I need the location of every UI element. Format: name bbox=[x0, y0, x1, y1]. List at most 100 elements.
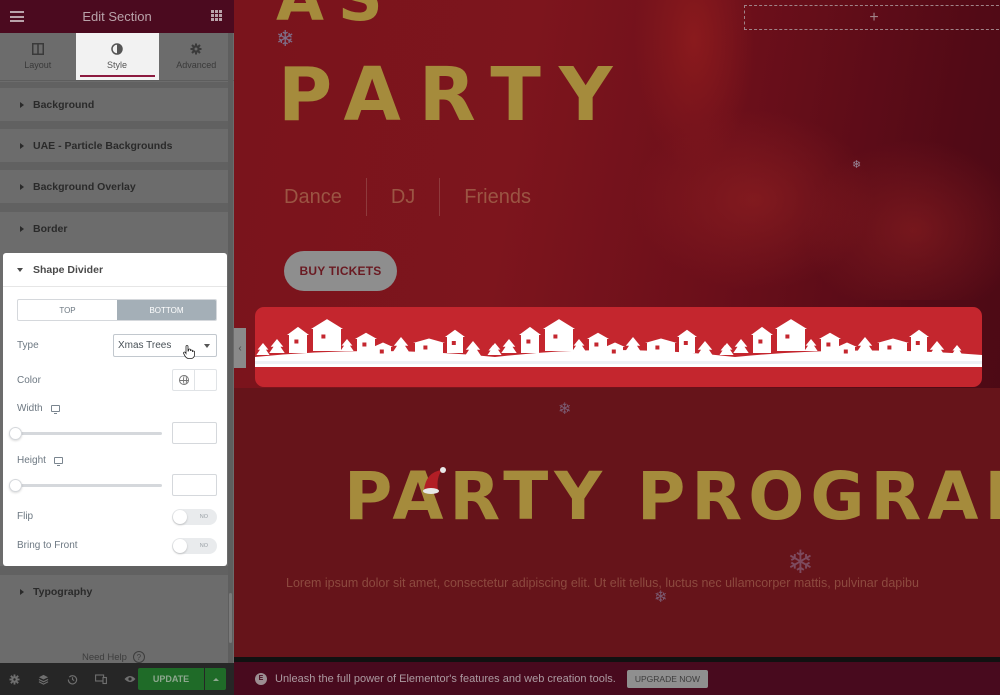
update-options-button[interactable] bbox=[205, 668, 226, 690]
nav-friends[interactable]: Friends bbox=[440, 186, 555, 209]
tree-shape bbox=[488, 343, 502, 355]
global-colors-button[interactable] bbox=[173, 370, 195, 390]
grid-icon[interactable] bbox=[211, 10, 222, 21]
house-shape bbox=[413, 338, 445, 353]
tab-label: Style bbox=[106, 60, 127, 70]
tree-shape bbox=[951, 345, 963, 355]
caret-down-icon bbox=[17, 267, 23, 272]
section-border[interactable]: Border bbox=[0, 211, 228, 245]
nav-dj[interactable]: DJ bbox=[367, 186, 439, 209]
house-shape bbox=[543, 319, 575, 351]
house-shape bbox=[837, 342, 857, 357]
layers-icon[interactable] bbox=[31, 663, 55, 695]
section-label: Shape Divider bbox=[33, 263, 104, 276]
tree-shape bbox=[572, 339, 586, 351]
chevron-down-icon bbox=[204, 344, 210, 348]
color-swatch[interactable] bbox=[195, 370, 216, 390]
bring-to-front-label: Bring to Front bbox=[17, 540, 78, 551]
height-input[interactable] bbox=[172, 474, 217, 496]
columns-icon bbox=[31, 43, 44, 55]
desktop-icon[interactable] bbox=[50, 405, 60, 414]
buy-tickets-button[interactable]: BUY TICKETS bbox=[284, 251, 397, 291]
section-label: Typography bbox=[33, 585, 93, 598]
panel-footer: UPDATE bbox=[0, 663, 234, 695]
program-description: Lorem ipsum dolor sit amet, consectetur … bbox=[286, 576, 919, 590]
question-icon: ? bbox=[132, 651, 145, 663]
responsive-icon[interactable] bbox=[89, 663, 113, 695]
caret-right-icon bbox=[20, 101, 24, 108]
section-particle-backgrounds[interactable]: UAE - Particle Backgrounds bbox=[0, 128, 228, 162]
section-background[interactable]: Background bbox=[0, 87, 228, 121]
width-label-text: Width bbox=[17, 403, 43, 414]
flip-switch[interactable]: NO bbox=[172, 509, 217, 525]
snowflake-icon: ❄ bbox=[852, 159, 862, 171]
tree-shape bbox=[392, 337, 410, 353]
switch-state: NO bbox=[199, 514, 208, 520]
hand-cursor-icon bbox=[183, 345, 195, 359]
update-button[interactable]: UPDATE bbox=[138, 668, 204, 690]
flip-label-text: Flip bbox=[17, 511, 34, 522]
snowflake-icon: ❄ bbox=[276, 26, 295, 51]
xmas-trees-shape bbox=[255, 319, 982, 367]
switch-state: NO bbox=[199, 543, 208, 549]
panel-scrollbar[interactable] bbox=[228, 33, 233, 663]
tree-shape bbox=[720, 343, 734, 355]
tree-shape bbox=[733, 339, 749, 353]
slider-handle[interactable] bbox=[9, 427, 22, 440]
shape-divider-header[interactable]: Shape Divider bbox=[3, 253, 227, 287]
color-control bbox=[172, 369, 217, 391]
tree-shape bbox=[501, 339, 517, 353]
height-label: Height bbox=[17, 455, 63, 466]
divider-baseline bbox=[255, 361, 982, 364]
hamburger-icon[interactable] bbox=[10, 11, 24, 22]
tree-shape bbox=[856, 337, 874, 353]
scrollbar-thumb[interactable] bbox=[229, 593, 232, 643]
tab-layout[interactable]: Layout bbox=[0, 33, 76, 80]
tree-shape bbox=[804, 339, 818, 351]
bring-to-front-switch[interactable]: NO bbox=[172, 538, 217, 554]
add-section-dropzone[interactable]: + bbox=[744, 5, 1000, 30]
panel-header: Edit Section bbox=[0, 0, 234, 33]
house-shape bbox=[751, 326, 773, 353]
slider-handle[interactable] bbox=[9, 479, 22, 492]
tab-bottom[interactable]: BOTTOM bbox=[117, 300, 216, 320]
caret-right-icon bbox=[20, 183, 24, 190]
house-shape bbox=[519, 326, 541, 353]
house-shape bbox=[645, 338, 677, 353]
globe-icon bbox=[178, 375, 189, 385]
settings-icon[interactable] bbox=[2, 663, 26, 695]
tab-label: Layout bbox=[24, 60, 52, 70]
width-input[interactable] bbox=[172, 422, 217, 444]
height-slider[interactable] bbox=[9, 479, 162, 492]
nav-dance[interactable]: Dance bbox=[284, 186, 366, 209]
section-label: UAE - Particle Backgrounds bbox=[33, 139, 173, 152]
history-icon[interactable] bbox=[60, 663, 84, 695]
need-help-link[interactable]: Need Help ? bbox=[82, 651, 145, 663]
collapse-panel-handle[interactable]: ‹ bbox=[234, 328, 246, 368]
shape-divider-section: Shape Divider TOP BOTTOM Type Xmas Trees… bbox=[3, 253, 227, 566]
flip-label: Flip bbox=[17, 511, 33, 522]
divider bbox=[0, 203, 228, 211]
upgrade-now-button[interactable]: UPGRADE NOW bbox=[626, 669, 709, 688]
section-label: Background bbox=[33, 98, 95, 111]
width-slider[interactable] bbox=[9, 427, 162, 440]
desktop-icon[interactable] bbox=[53, 457, 63, 466]
shape-divider-preview[interactable] bbox=[255, 307, 982, 387]
tree-shape bbox=[256, 343, 270, 355]
tab-top[interactable]: TOP bbox=[18, 300, 117, 320]
height-label-text: Height bbox=[17, 455, 46, 466]
panel-tabs: Layout Style Advanced bbox=[0, 33, 234, 81]
panel-title: Edit Section bbox=[82, 9, 152, 24]
type-select-value: Xmas Trees bbox=[118, 340, 172, 351]
editor-panel: Edit Section Layout Style Advanced Backg… bbox=[0, 0, 234, 695]
section-background-overlay[interactable]: Background Overlay bbox=[0, 169, 228, 203]
switch-knob bbox=[173, 539, 187, 553]
type-select[interactable]: Xmas Trees bbox=[113, 334, 217, 357]
tab-advanced[interactable]: Advanced bbox=[159, 33, 235, 80]
tab-style[interactable]: Style bbox=[75, 33, 159, 80]
hero-title: PARTY bbox=[278, 52, 631, 138]
caret-up-icon bbox=[212, 677, 219, 681]
page-canvas: + AS PARTY ❄ ❄ ❄ ❄ ❄ Dance DJ Friends BU… bbox=[234, 0, 1000, 660]
house-shape bbox=[355, 332, 377, 353]
section-typography[interactable]: Typography bbox=[0, 574, 228, 608]
